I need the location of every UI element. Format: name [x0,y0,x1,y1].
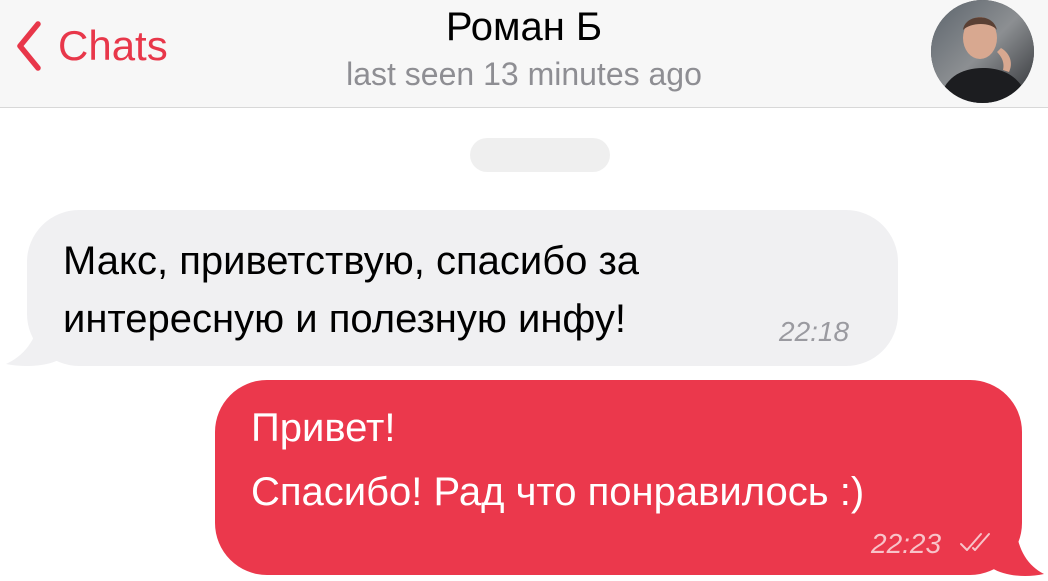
date-divider [470,138,610,172]
incoming-message[interactable]: Макс, приветствую, спасибо за интересную… [27,210,898,366]
double-check-icon [960,533,990,551]
chat-header: Chats Роман Б last seen 13 minutes ago [0,0,1048,108]
message-time: 22:18 [779,316,850,347]
message-text-line: Привет! [251,406,396,450]
bubble-tail [992,528,1044,576]
message-text-line: Спасибо! Рад что понравилось :) [251,470,865,514]
message-time: 22:23 [871,528,942,559]
contact-photo [931,0,1034,103]
last-seen-status: last seen 13 minutes ago [346,56,702,92]
bubble-tail [6,318,62,366]
avatar[interactable] [931,0,1034,103]
contact-name[interactable]: Роман Б [0,4,1048,50]
outgoing-message[interactable]: Привет! Спасибо! Рад что понравилось :) … [215,380,1022,575]
message-text: Макс, приветствую, спасибо за интересную… [63,239,640,341]
